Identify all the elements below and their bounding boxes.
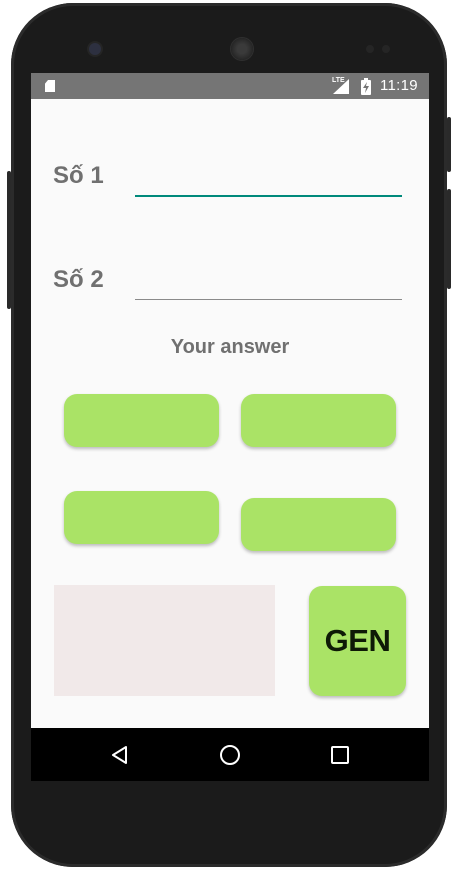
recents-icon xyxy=(331,746,349,764)
answer-option-2-button[interactable] xyxy=(241,394,396,447)
back-button[interactable] xyxy=(105,740,135,770)
gen-button[interactable]: GEN xyxy=(309,586,406,696)
light-sensor xyxy=(382,45,390,53)
field1-label: Số 1 xyxy=(53,162,104,189)
home-icon xyxy=(220,745,240,765)
result-display xyxy=(54,585,275,696)
answer-option-1-button[interactable] xyxy=(64,394,219,447)
proximity-sensor xyxy=(366,45,374,53)
signal-icon xyxy=(333,79,349,94)
phone-side-button-right-top xyxy=(447,117,451,172)
earpiece-speaker xyxy=(231,38,253,60)
navigation-bar xyxy=(31,728,429,781)
clock: 11:19 xyxy=(380,77,418,94)
sd-card-icon xyxy=(45,80,55,92)
home-button[interactable] xyxy=(215,740,245,770)
battery-charging-icon xyxy=(361,78,371,95)
field1-input[interactable] xyxy=(135,167,402,197)
status-bar: LTE 11:19 xyxy=(31,73,429,99)
answer-option-4-button[interactable] xyxy=(241,498,396,551)
answer-title: Your answer xyxy=(170,336,290,358)
phone-side-button-right-bottom xyxy=(447,189,451,289)
recents-button[interactable] xyxy=(325,740,355,770)
app-screen: LTE 11:19 Số 1 Số 2 Your answer GEN xyxy=(31,73,429,781)
front-camera xyxy=(89,43,101,55)
phone-side-button-left xyxy=(7,171,11,309)
answer-option-3-button[interactable] xyxy=(64,491,219,544)
field2-input[interactable] xyxy=(135,271,402,300)
back-icon xyxy=(112,746,127,764)
field2-label: Số 2 xyxy=(53,266,104,293)
